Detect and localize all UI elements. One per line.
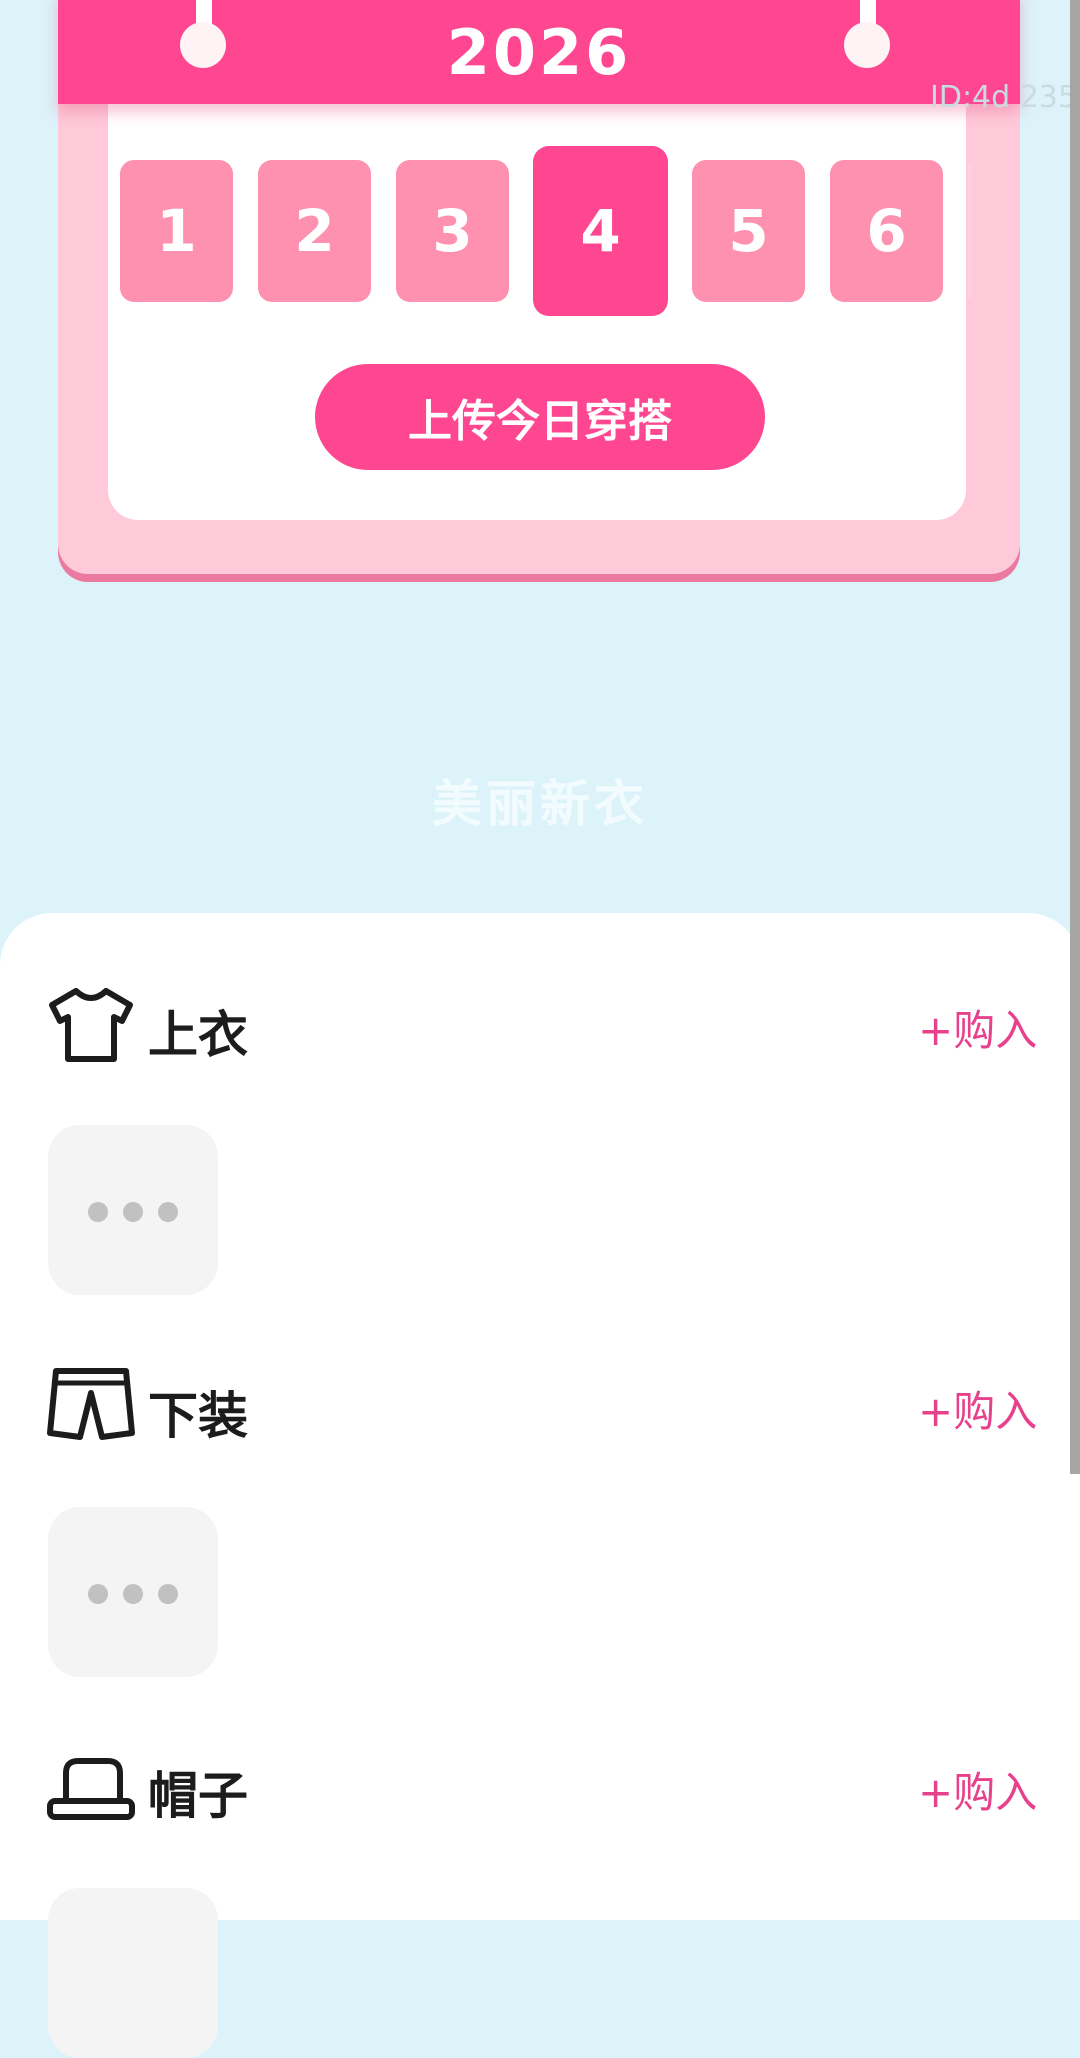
tops-item-placeholder[interactable] <box>48 1125 218 1295</box>
day-tile-next-edge[interactable] <box>968 162 972 298</box>
buy-hats-button[interactable]: +购入 <box>918 1759 1037 1820</box>
more-dots-icon <box>88 1584 178 1604</box>
section-title: 美丽新衣 <box>432 775 648 833</box>
binder-ring-left-icon <box>180 22 226 68</box>
day-tile-2[interactable]: 2 <box>258 160 371 302</box>
hat-icon <box>47 1758 135 1820</box>
more-dots-icon <box>88 1202 178 1222</box>
tshirt-icon <box>49 988 133 1062</box>
binder-ring-right-icon <box>844 22 890 68</box>
buy-bottoms-button[interactable]: +购入 <box>918 1378 1037 1439</box>
hats-item-placeholder[interactable] <box>48 1888 218 2058</box>
buy-tops-button[interactable]: +购入 <box>918 997 1037 1058</box>
day-tile-5[interactable]: 5 <box>692 160 805 302</box>
wardrobe-panel: 上衣 +购入 下装 +购入 帽子 +购入 <box>0 913 1080 2058</box>
calendar-year: 2026 <box>446 15 632 89</box>
shorts-icon <box>47 1368 135 1440</box>
category-label-hats: 帽子 <box>148 1767 248 1825</box>
watermark-text: ID:4d 235 <box>930 80 1077 115</box>
day-tile-1[interactable]: 1 <box>120 160 233 302</box>
upload-outfit-button[interactable]: 上传今日穿搭 <box>315 364 765 470</box>
scrollbar[interactable] <box>1070 0 1080 1474</box>
day-tile-4-selected[interactable]: 4 <box>533 146 668 316</box>
day-tile-6[interactable]: 6 <box>830 160 943 302</box>
category-label-bottoms: 下装 <box>148 1387 248 1445</box>
bottoms-item-placeholder[interactable] <box>48 1507 218 1677</box>
category-label-tops: 上衣 <box>148 1006 248 1064</box>
day-tile-3[interactable]: 3 <box>396 160 509 302</box>
